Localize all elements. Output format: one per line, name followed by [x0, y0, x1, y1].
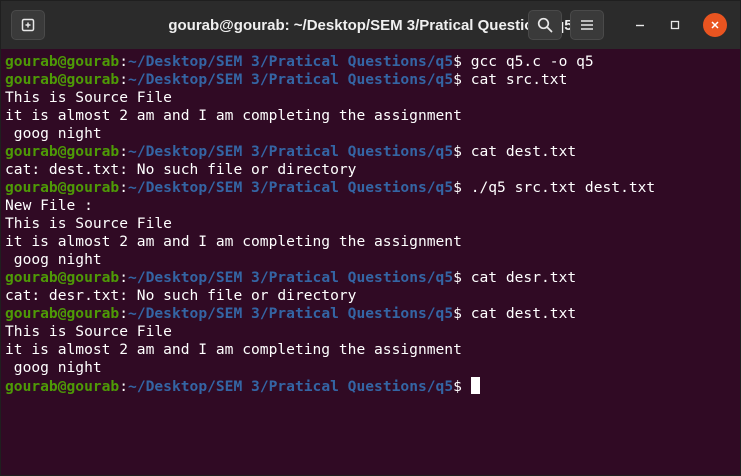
prompt-symbol: $	[453, 179, 471, 196]
prompt-path: ~/Desktop/SEM 3/Pratical Questions/q5	[128, 269, 454, 286]
prompt-line: gourab@gourab:~/Desktop/SEM 3/Pratical Q…	[5, 269, 741, 287]
prompt-path: ~/Desktop/SEM 3/Pratical Questions/q5	[128, 179, 454, 196]
prompt-user: gourab@gourab	[5, 305, 120, 322]
prompt-symbol: $	[453, 269, 471, 286]
maximize-button[interactable]	[663, 13, 687, 37]
command-text: cat desr.txt	[470, 269, 577, 286]
output-line: it is almost 2 am and I am completing th…	[5, 233, 462, 250]
search-button[interactable]	[528, 10, 562, 40]
minimize-button[interactable]	[628, 13, 652, 37]
output-line: it is almost 2 am and I am completing th…	[5, 341, 462, 358]
new-tab-icon	[21, 18, 35, 32]
output-line: This is Source File	[5, 89, 172, 106]
prompt-colon: :	[119, 378, 129, 395]
minimize-icon	[636, 24, 644, 27]
prompt-line: gourab@gourab:~/Desktop/SEM 3/Pratical Q…	[5, 305, 741, 323]
prompt-symbol: $	[453, 53, 471, 70]
command-text: cat dest.txt	[470, 143, 577, 160]
prompt-path: ~/Desktop/SEM 3/Pratical Questions/q5	[128, 143, 454, 160]
prompt-colon: :	[119, 269, 129, 286]
text-cursor	[470, 377, 480, 394]
command-text: ./q5 src.txt dest.txt	[470, 179, 656, 196]
prompt-symbol: $	[453, 71, 471, 88]
prompt-symbol: $	[453, 143, 471, 160]
prompt-path: ~/Desktop/SEM 3/Pratical Questions/q5	[128, 378, 454, 395]
prompt-line: gourab@gourab:~/Desktop/SEM 3/Pratical Q…	[5, 53, 741, 71]
close-icon	[711, 21, 719, 29]
prompt-path: ~/Desktop/SEM 3/Pratical Questions/q5	[128, 305, 454, 322]
output-line: it is almost 2 am and I am completing th…	[5, 107, 462, 124]
output-line: goog night	[5, 125, 102, 142]
prompt-user: gourab@gourab	[5, 53, 120, 70]
prompt-user: gourab@gourab	[5, 143, 120, 160]
maximize-icon	[670, 20, 680, 30]
prompt-user: gourab@gourab	[5, 378, 120, 395]
terminal-output[interactable]: gourab@gourab:~/Desktop/SEM 3/Pratical Q…	[1, 49, 741, 476]
output-line: This is Source File	[5, 215, 172, 232]
prompt-path: ~/Desktop/SEM 3/Pratical Questions/q5	[128, 71, 454, 88]
close-button[interactable]	[703, 13, 727, 37]
output-line: cat: desr.txt: No such file or directory	[5, 287, 357, 304]
new-tab-button[interactable]	[11, 10, 45, 40]
menu-button[interactable]	[570, 10, 604, 40]
prompt-colon: :	[119, 71, 129, 88]
hamburger-menu-icon	[581, 20, 593, 30]
title-bar[interactable]: gourab@gourab: ~/Desktop/SEM 3/Pratical …	[1, 1, 740, 49]
terminal-window: gourab@gourab: ~/Desktop/SEM 3/Pratical …	[0, 0, 741, 476]
prompt-line: gourab@gourab:~/Desktop/SEM 3/Pratical Q…	[5, 179, 741, 197]
prompt-symbol: $	[453, 378, 471, 395]
prompt-line: gourab@gourab:~/Desktop/SEM 3/Pratical Q…	[5, 143, 741, 161]
prompt-colon: :	[119, 143, 129, 160]
prompt-user: gourab@gourab	[5, 71, 120, 88]
prompt-user: gourab@gourab	[5, 179, 120, 196]
prompt-symbol: $	[453, 305, 471, 322]
window-title: gourab@gourab: ~/Desktop/SEM 3/Pratical …	[168, 16, 573, 34]
output-line: cat: dest.txt: No such file or directory	[5, 161, 357, 178]
command-text: gcc q5.c -o q5	[470, 53, 594, 70]
search-icon	[537, 17, 553, 33]
prompt-line: gourab@gourab:~/Desktop/SEM 3/Pratical Q…	[5, 377, 741, 395]
prompt-colon: :	[119, 53, 129, 70]
prompt-colon: :	[119, 179, 129, 196]
output-line: goog night	[5, 251, 102, 268]
prompt-line: gourab@gourab:~/Desktop/SEM 3/Pratical Q…	[5, 71, 741, 89]
command-text: cat dest.txt	[470, 305, 577, 322]
output-line: New File :	[5, 197, 93, 214]
prompt-colon: :	[119, 305, 129, 322]
output-line: goog night	[5, 359, 102, 376]
prompt-user: gourab@gourab	[5, 269, 120, 286]
prompt-path: ~/Desktop/SEM 3/Pratical Questions/q5	[128, 53, 454, 70]
output-line: This is Source File	[5, 323, 172, 340]
command-text: cat src.txt	[470, 71, 568, 88]
